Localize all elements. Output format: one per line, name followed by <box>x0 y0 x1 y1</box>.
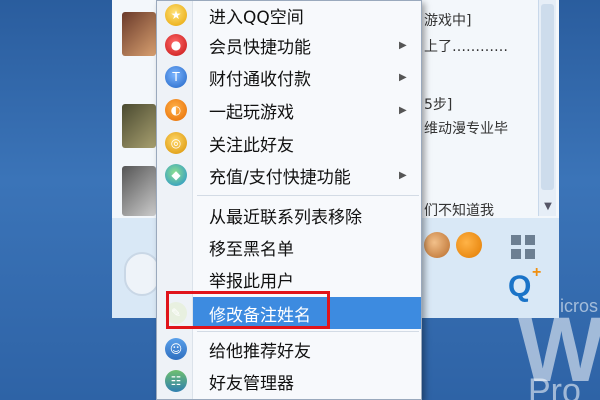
contacts-scrollbar[interactable]: ▼ <box>538 0 556 216</box>
qq-penguin-icon: ● <box>165 34 187 56</box>
contact-avatar[interactable] <box>122 166 156 216</box>
app-grid-icon[interactable] <box>511 235 535 259</box>
menu-item-label: 一起玩游戏 <box>209 102 294 123</box>
check-badge-icon[interactable] <box>456 232 482 258</box>
menu-item-qzone[interactable]: ★ 进入QQ空间 <box>157 0 421 31</box>
menu-item-label: 举报此用户 <box>209 271 294 292</box>
menu-item-vip-shortcuts[interactable]: ● 会员快捷功能 ▶ <box>157 29 421 61</box>
friend-manager-icon: ☷ <box>165 370 187 392</box>
menu-item-label: 移至黑名单 <box>209 239 294 260</box>
submenu-arrow-icon: ▶ <box>399 71 407 83</box>
menu-item-blacklist[interactable]: 移至黑名单 <box>157 231 421 263</box>
contact-avatar[interactable] <box>122 12 156 56</box>
menu-item-label: 关注此好友 <box>209 135 294 156</box>
annotation-highlight-box <box>166 291 330 329</box>
submenu-arrow-icon: ▶ <box>399 169 407 181</box>
menu-item-remove-recent[interactable]: 从最近联系列表移除 <box>157 199 421 231</box>
tenpay-shield-icon: T <box>165 66 187 88</box>
game-icon: ◐ <box>165 99 187 121</box>
menu-item-label: 给他推荐好友 <box>209 341 311 362</box>
qq-plus-icon[interactable]: Q + <box>508 264 542 304</box>
submenu-arrow-icon: ▶ <box>399 39 407 51</box>
menu-item-recharge[interactable]: ◆ 充值/支付快捷功能 ▶ <box>157 159 421 191</box>
menu-item-label: 从最近联系列表移除 <box>209 207 362 228</box>
contact-message-preview: 上了………… <box>424 39 508 55</box>
contact-status-text: 5步] <box>424 97 453 113</box>
contact-status-text: 游戏中] <box>424 13 472 29</box>
menu-item-follow-friend[interactable]: ◎ 关注此好友 <box>157 127 421 159</box>
menu-separator <box>197 195 419 196</box>
menu-item-friend-manager[interactable]: ☷ 好友管理器 <box>157 365 421 397</box>
menu-item-label: 进入QQ空间 <box>209 7 304 28</box>
menu-item-label: 会员快捷功能 <box>209 37 311 58</box>
menu-item-play-games[interactable]: ◐ 一起玩游戏 ▶ <box>157 94 421 126</box>
recharge-icon: ◆ <box>165 164 187 186</box>
scroll-down-arrow-icon[interactable]: ▼ <box>539 198 557 216</box>
contact-context-menu: ★ 进入QQ空间 ● 会员快捷功能 ▶ T 财付通收付款 ▶ ◐ 一起玩游戏 ▶… <box>156 0 422 400</box>
menu-separator <box>197 331 419 332</box>
scrollbar-thumb[interactable] <box>541 4 554 190</box>
people-icon[interactable] <box>424 232 450 258</box>
default-avatar-icon <box>124 252 160 296</box>
wallpaper-product-text: Pro <box>528 372 581 400</box>
contact-avatar[interactable] <box>122 104 156 148</box>
menu-item-label: 充值/支付快捷功能 <box>209 167 351 188</box>
menu-item-label: 好友管理器 <box>209 373 294 394</box>
follow-icon: ◎ <box>165 132 187 154</box>
recommend-friend-icon: ☺ <box>165 338 187 360</box>
contact-message-preview: 维动漫专业毕 <box>424 121 508 137</box>
menu-item-label: 财付通收付款 <box>209 69 311 90</box>
contact-message-preview: 们不知道我 <box>424 203 494 219</box>
qzone-star-icon: ★ <box>165 4 187 26</box>
menu-item-tenpay[interactable]: T 财付通收付款 ▶ <box>157 61 421 93</box>
menu-item-recommend-friend[interactable]: ☺ 给他推荐好友 <box>157 333 421 365</box>
qq-logo-letter: Q <box>508 270 532 303</box>
plus-icon: + <box>532 264 542 281</box>
submenu-arrow-icon: ▶ <box>399 104 407 116</box>
